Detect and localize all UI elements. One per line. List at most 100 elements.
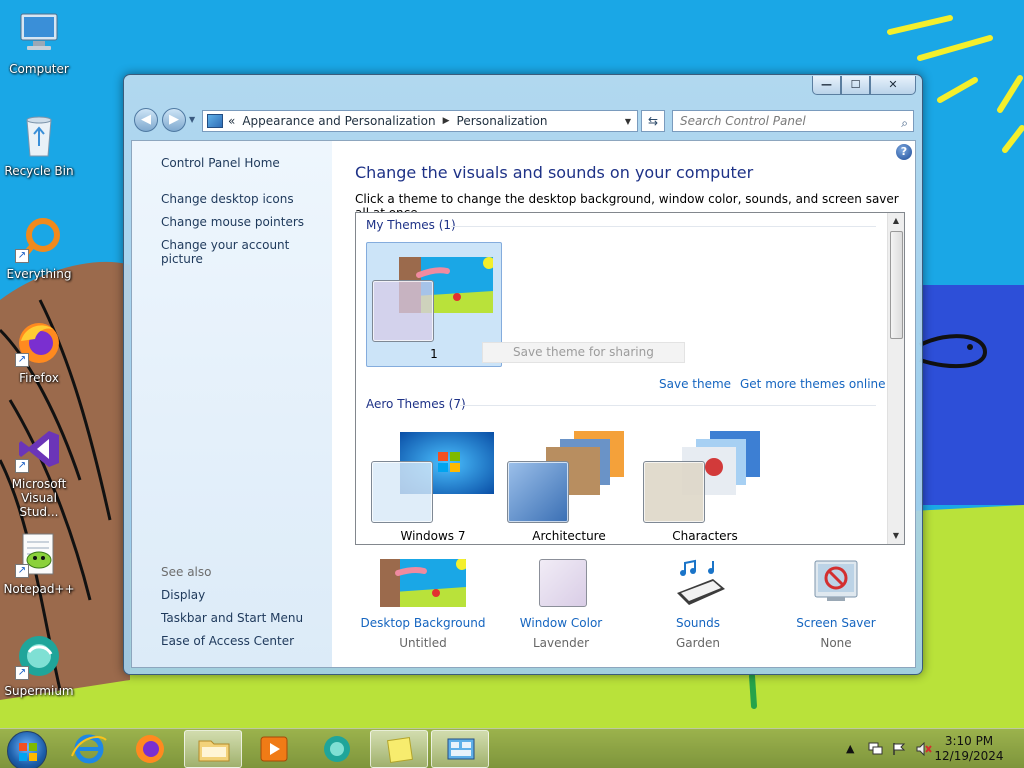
aero-themes-heading: Aero Themes (7) xyxy=(366,397,466,411)
action-center-flag-icon[interactable] xyxy=(892,742,906,759)
search-input[interactable]: Search Control Panel ⌕ xyxy=(672,110,914,132)
sounds-label[interactable]: Sounds xyxy=(628,616,768,630)
window-color-value: Lavender xyxy=(532,636,590,650)
desktop-icon-everything[interactable]: ↗ Everything xyxy=(1,215,77,281)
system-clock[interactable]: 3:10 PM 12/19/2024 xyxy=(934,734,1004,764)
ease-of-access-link[interactable]: Ease of Access Center xyxy=(161,634,294,648)
sounds-icon xyxy=(655,559,741,609)
desktop-icon-supermium[interactable]: ↗ Supermium xyxy=(1,632,77,698)
taskbar-start-menu-link[interactable]: Taskbar and Start Menu xyxy=(161,611,303,625)
theme-list-scrollbar[interactable]: ▲ ▼ xyxy=(887,213,904,544)
theme-tile-architecture[interactable]: Architecture xyxy=(504,423,634,543)
change-mouse-pointers-link[interactable]: Change mouse pointers xyxy=(161,215,304,229)
desktop-icon-label: Firefox xyxy=(19,371,59,385)
supermium-icon xyxy=(324,736,350,762)
personalization-window: — ☐ ✕ ◀ ▶ ▼ « Appearance and Personaliza… xyxy=(123,74,923,675)
desktop-icon-firefox[interactable]: ↗ Firefox xyxy=(1,319,77,385)
breadcrumb-personalization[interactable]: Personalization xyxy=(457,114,548,128)
show-hidden-icons-icon[interactable]: ▲ xyxy=(846,742,854,755)
content-area: Control Panel Home Change desktop icons … xyxy=(131,140,916,668)
clock-time: 3:10 PM xyxy=(944,734,994,748)
control-panel-home-link[interactable]: Control Panel Home xyxy=(161,156,280,170)
control-panel-icon xyxy=(207,114,223,128)
window-color-label[interactable]: Window Color xyxy=(491,616,631,630)
taskbar-internet-explorer[interactable] xyxy=(60,730,118,768)
taskbar-supermium[interactable] xyxy=(308,730,366,768)
breadcrumb-appearance[interactable]: Appearance and Personalization xyxy=(242,114,435,128)
desktop-icon-label: Microsoft Visual Stud... xyxy=(11,477,67,519)
window-color-icon xyxy=(518,559,604,609)
window-color-swatch xyxy=(372,280,434,342)
search-icon[interactable]: ⌕ xyxy=(901,113,908,133)
window-color-swatch xyxy=(507,461,569,523)
taskbar-firefox[interactable] xyxy=(121,730,179,768)
network-icon[interactable] xyxy=(868,742,884,759)
supermium-icon: ↗ xyxy=(15,632,63,680)
window-color-swatch xyxy=(643,461,705,523)
maximize-button[interactable]: ☐ xyxy=(841,76,870,95)
volume-muted-icon[interactable] xyxy=(916,741,932,759)
screen-saver-item[interactable]: Screen Saver None xyxy=(766,559,906,650)
visual-studio-icon: ↗ xyxy=(15,425,63,473)
taskbar-media-player[interactable] xyxy=(245,730,303,768)
desktop-icon-computer[interactable]: Computer xyxy=(1,10,77,76)
save-theme-link[interactable]: Save theme xyxy=(659,377,731,391)
scrollbar-thumb[interactable] xyxy=(890,231,903,339)
minimize-button[interactable]: — xyxy=(812,76,841,95)
clock-date: 12/19/2024 xyxy=(934,749,1004,763)
forward-arrow-icon: ▶ xyxy=(169,112,179,127)
breadcrumb-overflow[interactable]: « xyxy=(228,114,235,128)
window-color-item[interactable]: Window Color Lavender xyxy=(491,559,631,650)
display-link[interactable]: Display xyxy=(161,588,205,602)
taskbar: ▲ 3:10 PM 12/19/2024 xyxy=(0,728,1024,768)
desktop-icon-label: Notepad++ xyxy=(3,582,75,596)
file-explorer-icon xyxy=(198,740,230,762)
shortcut-arrow-icon: ↗ xyxy=(15,353,29,367)
see-also-heading: See also xyxy=(161,565,212,579)
scroll-up-arrow-icon[interactable]: ▲ xyxy=(888,213,904,229)
media-player-icon xyxy=(260,736,288,762)
desktop-background-item[interactable]: Desktop Background Untitled xyxy=(353,558,493,650)
forward-button[interactable]: ▶ xyxy=(162,108,186,132)
scroll-down-arrow-icon[interactable]: ▼ xyxy=(888,528,904,544)
save-theme-for-sharing-button[interactable]: Save theme for sharing xyxy=(482,342,685,363)
refresh-button[interactable]: ⇆ xyxy=(641,110,665,132)
taskbar-control-panel[interactable] xyxy=(431,730,489,768)
address-dropdown-icon[interactable]: ▼ xyxy=(625,117,631,126)
screen-saver-label[interactable]: Screen Saver xyxy=(766,616,906,630)
desktop-icon-recycle-bin[interactable]: Recycle Bin xyxy=(1,112,77,178)
shortcut-arrow-icon: ↗ xyxy=(15,564,29,578)
theme-tile-characters[interactable]: Characters xyxy=(640,423,770,543)
breadcrumb-separator-icon[interactable]: ▶ xyxy=(443,116,450,126)
firefox-icon: ↗ xyxy=(15,319,63,367)
screen-saver-icon xyxy=(793,559,879,609)
get-more-themes-link[interactable]: Get more themes online xyxy=(740,377,886,391)
change-account-picture-link[interactable]: Change your account picture xyxy=(161,238,332,266)
desktop-icon-visual-studio[interactable]: ↗ Microsoft Visual Stud... xyxy=(1,425,77,519)
theme-list[interactable]: My Themes (1) 1 Save theme for sharing S… xyxy=(355,212,905,545)
shortcut-arrow-icon: ↗ xyxy=(15,666,29,680)
start-button[interactable] xyxy=(7,731,47,768)
taskbar-file-explorer[interactable] xyxy=(184,730,242,768)
back-arrow-icon: ◀ xyxy=(141,112,151,127)
my-themes-heading: My Themes (1) xyxy=(366,218,456,232)
control-panel-icon xyxy=(447,738,475,760)
taskbar-sticky-notes[interactable] xyxy=(370,730,428,768)
page-title: Change the visuals and sounds on your co… xyxy=(355,163,754,182)
firefox-icon xyxy=(136,735,164,763)
recent-pages-dropdown[interactable]: ▼ xyxy=(189,115,195,124)
theme-name: Characters xyxy=(672,529,738,543)
back-button[interactable]: ◀ xyxy=(134,108,158,132)
theme-tile-windows-7[interactable]: Windows 7 xyxy=(368,423,498,543)
desktop-background-label[interactable]: Desktop Background xyxy=(353,616,493,630)
group-divider xyxy=(451,226,876,227)
desktop-icon-notepad-plus-plus[interactable]: ↗ Notepad++ xyxy=(1,530,77,596)
recycle-bin-icon xyxy=(15,112,63,160)
address-bar[interactable]: « Appearance and Personalization ▶ Perso… xyxy=(202,110,638,132)
sounds-item[interactable]: Sounds Garden xyxy=(628,559,768,650)
change-desktop-icons-link[interactable]: Change desktop icons xyxy=(161,192,294,206)
help-icon[interactable]: ? xyxy=(896,144,912,160)
shortcut-arrow-icon: ↗ xyxy=(15,249,29,263)
close-button[interactable]: ✕ xyxy=(870,76,916,95)
shortcut-arrow-icon: ↗ xyxy=(15,459,29,473)
